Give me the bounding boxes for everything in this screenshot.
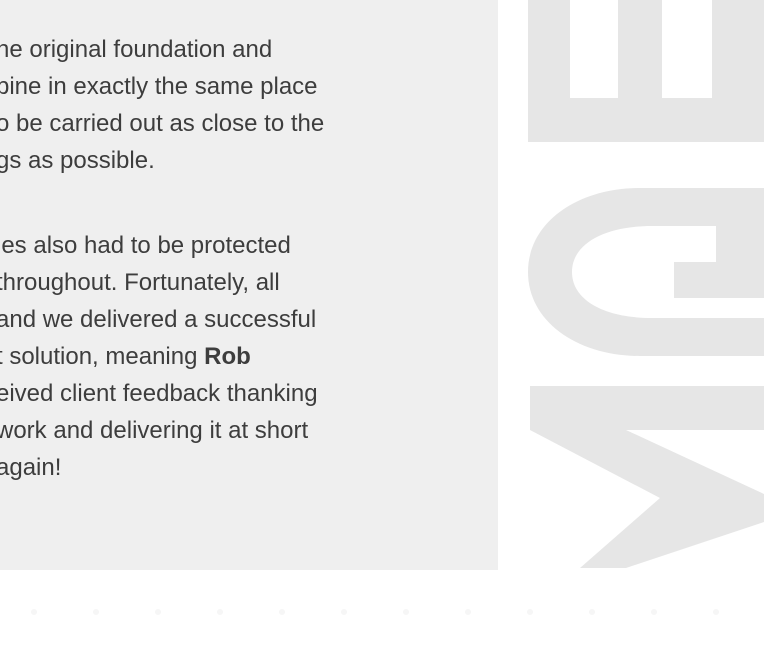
watermark-e-arm-1 [528, 0, 570, 98]
paragraph-1-line: o be carried out as close to the [0, 110, 325, 137]
paragraph-2-line: t solution, meaning Rob [0, 338, 318, 375]
decorative-dots [31, 609, 719, 615]
paragraph-1: he original foundation and bine in exact… [0, 31, 324, 179]
paragraph-2: les also had to be protected throughout.… [0, 227, 318, 486]
watermark-g [528, 188, 764, 356]
paragraph-1-line: bine in exactly the same place [0, 73, 318, 100]
paragraph-2-line: throughout. Fortunately, all [0, 269, 280, 296]
paragraph-2-line: and we delivered a successful [0, 306, 317, 333]
watermark-e-spine [528, 98, 764, 142]
watermark-e-arm-2 [618, 0, 662, 98]
page: he original foundation and bine in exact… [0, 0, 764, 663]
paragraph-2-line: les also had to be protected [0, 232, 291, 259]
watermark-letters [528, 0, 764, 568]
paragraph-1-line: gs as possible. [0, 147, 155, 174]
paragraph-2-line-text: t solution, meaning [0, 343, 205, 370]
watermark-e-arm-3 [712, 0, 764, 98]
article-panel: he original foundation and bine in exact… [0, 0, 498, 570]
watermark-v [530, 386, 764, 568]
paragraph-2-line: eived client feedback thanking [0, 380, 318, 407]
paragraph-2-line: work and delivering it at short [0, 417, 309, 444]
person-name: Rob [204, 343, 251, 370]
paragraph-2-line: again! [0, 454, 62, 481]
paragraph-1-line: he original foundation and [0, 36, 273, 63]
